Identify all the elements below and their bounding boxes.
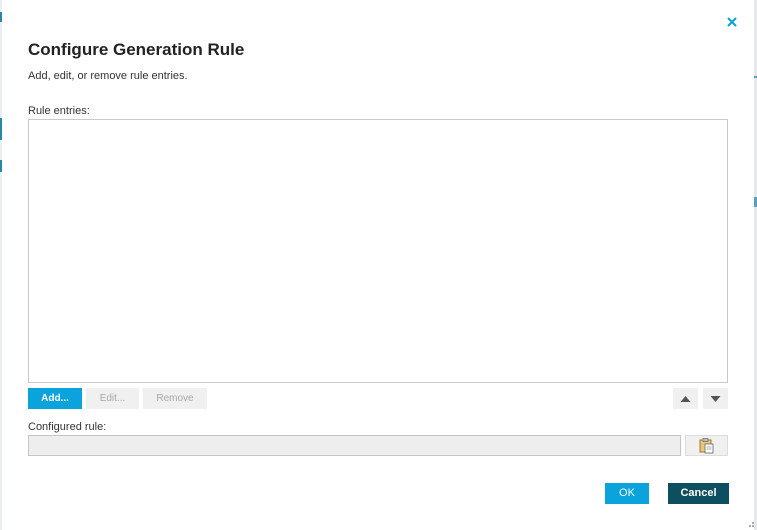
edit-button[interactable]: Edit... <box>86 388 139 409</box>
move-up-button[interactable] <box>673 388 698 409</box>
close-icon <box>727 17 737 27</box>
rule-entries-list[interactable] <box>28 119 728 383</box>
dialog-subtitle: Add, edit, or remove rule entries. <box>28 70 188 82</box>
paste-button[interactable] <box>685 435 728 456</box>
triangle-up-icon <box>680 396 691 402</box>
move-down-button[interactable] <box>703 388 728 409</box>
dialog-title: Configure Generation Rule <box>28 40 245 59</box>
clipboard-paste-icon <box>699 438 714 454</box>
rule-entries-label: Rule entries: <box>28 105 90 117</box>
background-window-edge-left <box>0 0 2 530</box>
ok-button[interactable]: OK <box>605 483 649 504</box>
close-button[interactable] <box>724 14 740 30</box>
configure-generation-rule-dialog: Configure Generation Rule Add, edit, or … <box>0 0 757 530</box>
add-button[interactable]: Add... <box>28 388 82 409</box>
cancel-button[interactable]: Cancel <box>668 483 729 504</box>
resize-grip-icon[interactable] <box>745 518 755 528</box>
remove-button[interactable]: Remove <box>143 388 207 409</box>
configured-rule-label: Configured rule: <box>28 421 107 433</box>
configured-rule-field[interactable] <box>28 435 681 456</box>
triangle-down-icon <box>710 396 721 402</box>
